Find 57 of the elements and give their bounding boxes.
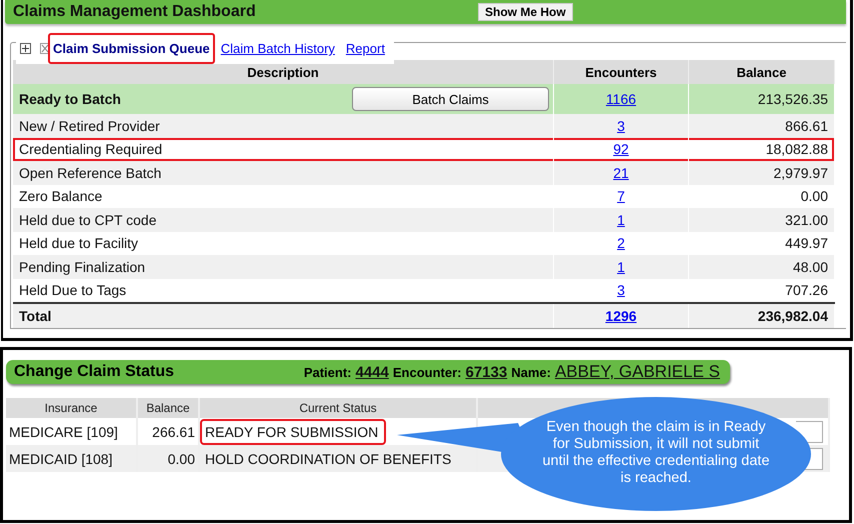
table-cell: Held due to Facility: [19, 235, 138, 252]
tab[interactable]: Claim Batch History: [216, 37, 340, 60]
table-cell: MEDICAID [108]: [9, 450, 112, 466]
batch-claims-button[interactable]: Batch Claims: [352, 87, 549, 111]
table-cell: 707.26: [785, 282, 828, 298]
encounter-link[interactable]: 3: [617, 282, 625, 298]
table-cell: Zero Balance: [19, 188, 102, 204]
table-cell: MEDICARE [109]: [9, 424, 118, 440]
claim-status-title: Change Claim Status: [14, 363, 174, 381]
table-cell: Held due to CPT code: [19, 212, 156, 228]
encounter-label: Encounter:: [392, 365, 462, 380]
table-cell: Ready to Batch: [19, 91, 121, 107]
encounter-link[interactable]: 1: [617, 258, 625, 275]
patient-name-link[interactable]: ABBEY, GABRIELE S: [554, 362, 720, 382]
table-cell: 321.00: [785, 212, 828, 228]
table-cell: 2,979.97: [774, 164, 828, 181]
expand-icon[interactable]: [20, 43, 31, 54]
table-cell: 213,526.35: [758, 91, 828, 107]
tab[interactable]: Report: [340, 37, 390, 60]
encounter-link[interactable]: 7: [617, 188, 625, 204]
table-cell: 866.61: [785, 118, 828, 134]
table-cell: Pending Finalization: [19, 258, 146, 275]
table-cell: New / Retired Provider: [19, 118, 160, 134]
column-header: Current Status: [199, 398, 477, 418]
table-cell: 449.97: [785, 235, 828, 252]
column-header: Insurance: [6, 398, 137, 418]
table-cell: Held Due to Tags: [19, 282, 126, 298]
status-cell-text: HOLD COORDINATION OF BENEFITS: [204, 450, 452, 468]
dashboard-title: Claims Management Dashboard: [13, 3, 256, 21]
column-header: Encounters: [554, 60, 688, 84]
show-me-how-button[interactable]: Show Me How: [478, 3, 573, 21]
encounter-link[interactable]: 92: [613, 141, 629, 158]
table-cell: 266.61: [152, 424, 195, 440]
encounter-link[interactable]: 1166: [606, 91, 636, 107]
encounter-link[interactable]: 21: [613, 164, 629, 181]
patient-label: Patient:: [304, 365, 352, 380]
table-cell: 18,082.88: [766, 141, 828, 158]
tab[interactable]: Claim Submission Queue: [48, 33, 215, 64]
table-cell: 48.00: [792, 258, 828, 275]
close-icon[interactable]: [40, 43, 50, 54]
encounter-link[interactable]: 3: [617, 118, 625, 134]
encounter-link[interactable]: 67133: [465, 364, 508, 381]
column-header: Balance: [688, 60, 834, 84]
table-cell: Open Reference Batch: [19, 164, 162, 181]
column-header: Balance: [137, 398, 199, 418]
encounter-link[interactable]: 1: [617, 212, 625, 228]
patient-link[interactable]: 4444: [355, 364, 389, 381]
table-cell: Credentialing Required: [19, 141, 162, 158]
encounter-link[interactable]: 2: [617, 235, 625, 252]
callout-text: Even though the claim is in Ready for Submission, it will not submit until the effective credentialing date is reached.: [541, 419, 771, 487]
name-label: Name:: [511, 365, 551, 380]
status-cell: READY FOR SUBMISSION: [200, 418, 386, 444]
table-cell: 0.00: [168, 450, 195, 466]
table-cell: 236,982.04: [758, 308, 828, 324]
encounter-link[interactable]: 1296: [605, 308, 637, 324]
table-cell: Total: [19, 308, 52, 324]
table-cell: 0.00: [800, 188, 828, 204]
